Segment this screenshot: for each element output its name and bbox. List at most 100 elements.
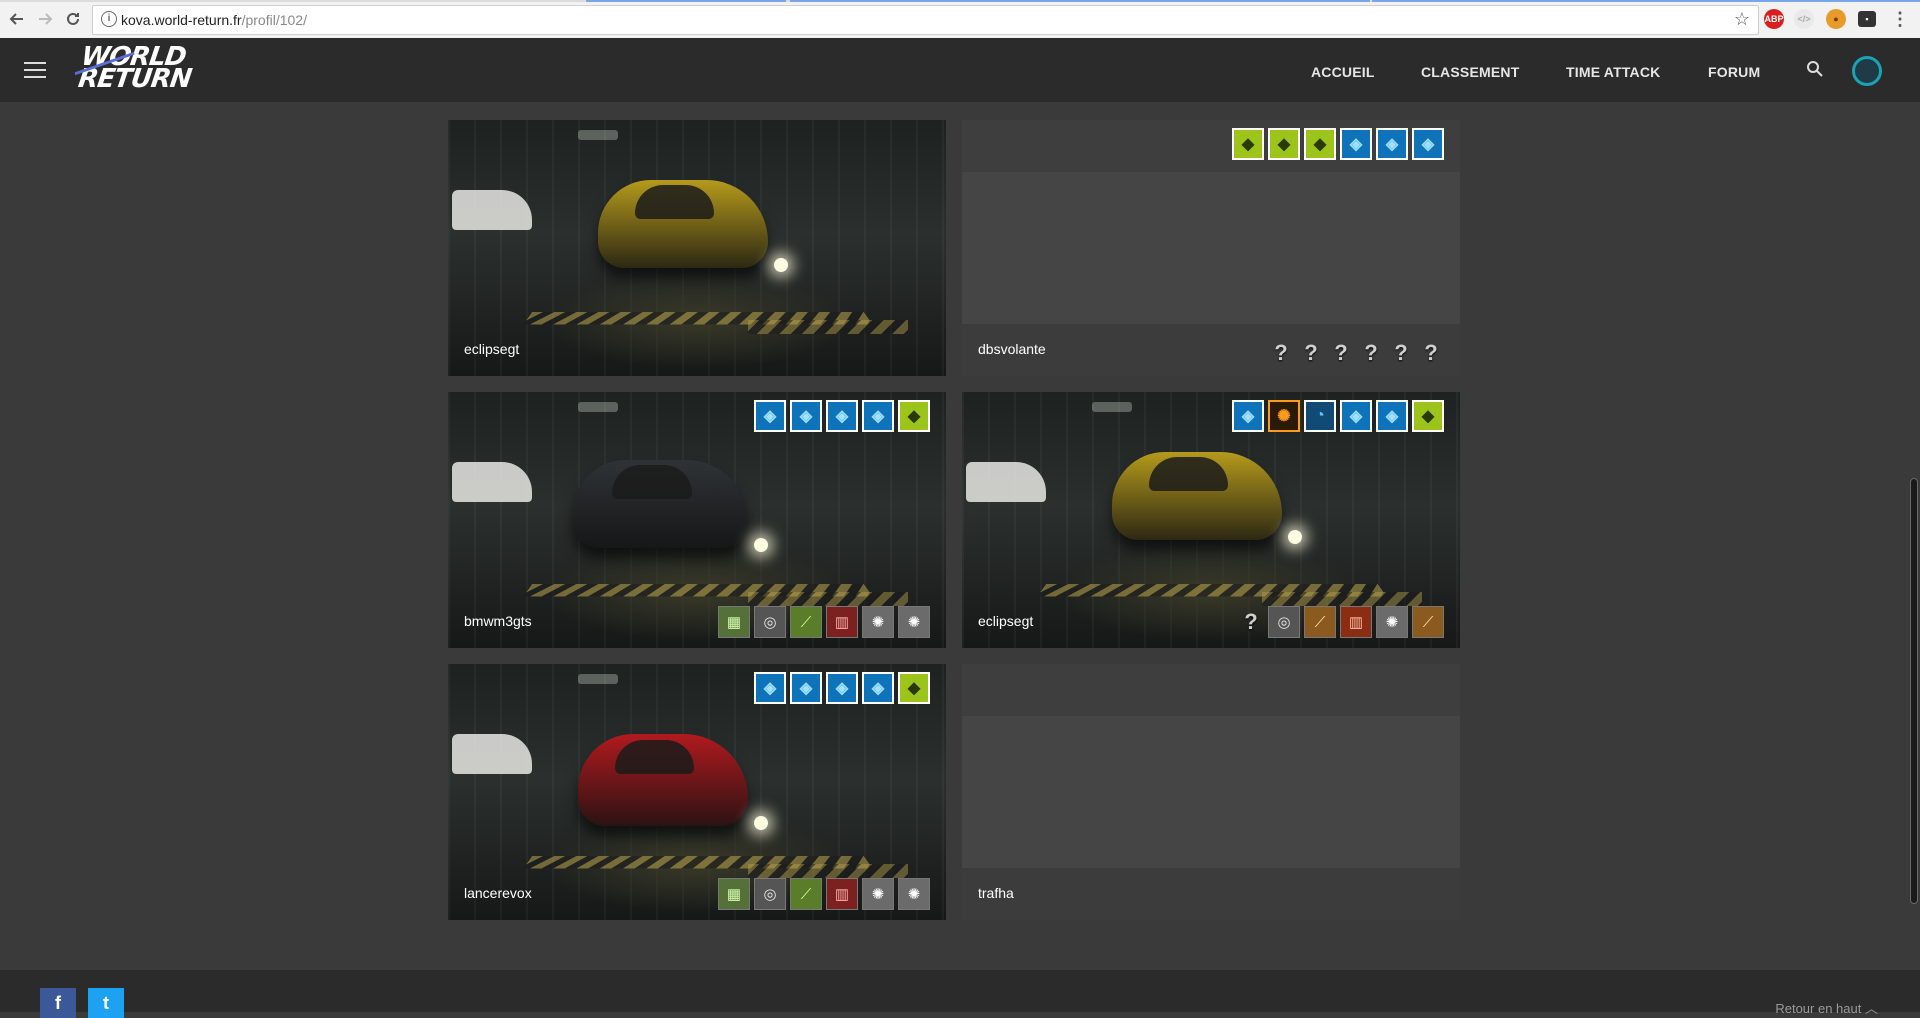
part-p-green-icon[interactable]: ▦: [718, 878, 750, 910]
car-name-label: lancerevox: [464, 885, 532, 901]
nav-accueil[interactable]: ACCUEIL: [1311, 64, 1375, 80]
unknown-part-icon[interactable]: ?: [1388, 340, 1414, 366]
reload-button[interactable]: [62, 8, 84, 30]
skill-mod-green-icon[interactable]: ◆: [1232, 128, 1264, 160]
nav-time-attack[interactable]: TIME ATTACK: [1566, 64, 1660, 80]
search-icon[interactable]: [1806, 60, 1824, 78]
skill-mod-blue-icon[interactable]: ◈: [1232, 400, 1264, 432]
part-p-lime-icon[interactable]: ⟋: [790, 878, 822, 910]
car-card[interactable]: eclipsegt: [448, 120, 946, 376]
skill-mod-blue-icon[interactable]: ◈: [1340, 128, 1372, 160]
logo-line-2: RETURN: [76, 64, 193, 94]
tab-strip: [0, 0, 1920, 2]
world-return-logo[interactable]: WORLD RETURN: [74, 42, 196, 94]
performance-parts: ? ◎ ⟋ ▥ ✺ ⟋: [1238, 606, 1444, 638]
nav-forum[interactable]: FORUM: [1708, 64, 1760, 80]
skill-mod-green-icon[interactable]: ◆: [1268, 128, 1300, 160]
car-name-label: trafha: [978, 885, 1014, 901]
back-to-top-link[interactable]: Retour en haut ︿: [1775, 998, 1878, 1017]
part-p-silver-icon[interactable]: ✺: [862, 606, 894, 638]
car-card[interactable]: ◆ ◆ ◆ ◈ ◈ ◈?????? dbsvolante: [962, 120, 1460, 376]
part-p-lime-icon[interactable]: ⟋: [790, 606, 822, 638]
cookie-extension-icon[interactable]: ●: [1826, 9, 1846, 29]
skill-mod-green-icon[interactable]: ◆: [898, 400, 930, 432]
user-avatar[interactable]: [1852, 56, 1882, 86]
skill-mod-blue-icon[interactable]: ◈: [790, 400, 822, 432]
part-p-green-icon[interactable]: ▦: [718, 606, 750, 638]
skill-mod-blue-icon[interactable]: ◈: [826, 672, 858, 704]
car-card[interactable]: ◈ ✺ ◔ ◈ ◈ ◆? ◎ ⟋ ▥ ✺ ⟋ eclipsegt: [962, 392, 1460, 648]
performance-parts: ??????: [1268, 340, 1444, 366]
part-p-orange-icon[interactable]: ⟋: [1412, 606, 1444, 638]
skill-badges: ◆ ◆ ◆ ◈ ◈ ◈: [1232, 128, 1444, 160]
car-name-label: dbsvolante: [978, 341, 1046, 357]
car-card[interactable]: ◈ ◈ ◈ ◈ ◆ ▦ ◎ ⟋ ▥ ✺ ✺ lancerevox: [448, 664, 946, 920]
arrow-right-icon: [39, 13, 53, 25]
part-p-silver-icon[interactable]: ✺: [898, 606, 930, 638]
skill-mod-blue-icon[interactable]: ◈: [1376, 128, 1408, 160]
arrow-left-icon: [9, 13, 23, 25]
part-p-silver-icon[interactable]: ✺: [862, 878, 894, 910]
skill-mod-blue2-icon[interactable]: ◔: [1304, 400, 1336, 432]
performance-parts: ▦ ◎ ⟋ ▥ ✺ ✺: [718, 606, 930, 638]
card-bottom-bar: [962, 868, 1460, 920]
browser-menu-icon[interactable]: ⋮: [1890, 9, 1910, 29]
skill-mod-green-icon[interactable]: ◆: [1304, 128, 1336, 160]
skill-mod-green-icon[interactable]: ◆: [1412, 400, 1444, 432]
reload-icon: [67, 12, 79, 25]
adblock-extension-icon[interactable]: ABP: [1764, 9, 1784, 29]
footer: f t Retour en haut ︿: [0, 970, 1920, 1018]
car-name-label: eclipsegt: [464, 341, 520, 357]
car-name-label: eclipsegt: [978, 613, 1034, 629]
hamburger-menu-icon[interactable]: [24, 62, 46, 78]
skill-mod-blue-icon[interactable]: ◈: [1412, 128, 1444, 160]
unknown-part-icon[interactable]: ?: [1358, 340, 1384, 366]
chevron-up-icon: ︿: [1864, 1001, 1878, 1016]
skill-mod-green-icon[interactable]: ◆: [898, 672, 930, 704]
twitter-icon[interactable]: t: [88, 988, 124, 1018]
skill-mod-blue-icon[interactable]: ◈: [862, 672, 894, 704]
back-button[interactable]: [6, 8, 28, 30]
car-card[interactable]: trafha: [962, 664, 1460, 920]
unknown-part-icon[interactable]: ?: [1418, 340, 1444, 366]
skill-mod-blue-icon[interactable]: ◈: [826, 400, 858, 432]
part-p-silver-icon[interactable]: ✺: [1376, 606, 1408, 638]
skill-mod-blue-icon[interactable]: ◈: [1376, 400, 1408, 432]
part-p-orange-icon[interactable]: ⟋: [1304, 606, 1336, 638]
nav-classement[interactable]: CLASSEMENT: [1421, 64, 1519, 80]
part-p-grey-icon[interactable]: ◎: [754, 878, 786, 910]
skill-mod-blue-icon[interactable]: ◈: [754, 672, 786, 704]
star-icon[interactable]: ☆: [1734, 9, 1750, 30]
scrollbar-thumb[interactable]: [1910, 478, 1918, 904]
part-p-red-icon[interactable]: ▥: [826, 878, 858, 910]
facebook-icon[interactable]: f: [40, 988, 76, 1018]
part-p-grey-icon[interactable]: ◎: [1268, 606, 1300, 638]
skill-mod-blue-icon[interactable]: ◈: [754, 400, 786, 432]
performance-parts: ▦ ◎ ⟋ ▥ ✺ ✺: [718, 878, 930, 910]
skill-mod-orange-icon[interactable]: ✺: [1268, 400, 1300, 432]
code-extension-icon[interactable]: </>: [1794, 9, 1814, 29]
part-p-orange-red-icon[interactable]: ▥: [1340, 606, 1372, 638]
skill-mod-blue-icon[interactable]: ◈: [1340, 400, 1372, 432]
car-name-label: bmwm3gts: [464, 613, 532, 629]
part-p-silver-icon[interactable]: ✺: [898, 878, 930, 910]
part-p-grey-icon[interactable]: ◎: [754, 606, 786, 638]
part-p-red-icon[interactable]: ▥: [826, 606, 858, 638]
unknown-part-icon[interactable]: ?: [1238, 609, 1264, 635]
forward-button[interactable]: [34, 8, 56, 30]
car-card[interactable]: ◈ ◈ ◈ ◈ ◆ ▦ ◎ ⟋ ▥ ✺ ✺ bmwm3gts: [448, 392, 946, 648]
incognito-extension-icon[interactable]: ▪: [1858, 11, 1876, 27]
car-garage-image: [448, 120, 946, 376]
browser-toolbar: i kova.world-return.fr/profil/102/ ☆ ABP…: [0, 0, 1920, 39]
skill-badges: ◈ ✺ ◔ ◈ ◈ ◆: [1232, 400, 1444, 432]
address-bar[interactable]: i kova.world-return.fr/profil/102/ ☆: [92, 5, 1759, 35]
skill-mod-blue-icon[interactable]: ◈: [790, 672, 822, 704]
skill-badges: ◈ ◈ ◈ ◈ ◆: [754, 672, 930, 704]
info-icon[interactable]: i: [101, 11, 117, 27]
skill-mod-blue-icon[interactable]: ◈: [862, 400, 894, 432]
unknown-part-icon[interactable]: ?: [1298, 340, 1324, 366]
unknown-part-icon[interactable]: ?: [1328, 340, 1354, 366]
skill-badges: ◈ ◈ ◈ ◈ ◆: [754, 400, 930, 432]
url-text[interactable]: kova.world-return.fr/profil/102/: [121, 12, 307, 28]
unknown-part-icon[interactable]: ?: [1268, 340, 1294, 366]
